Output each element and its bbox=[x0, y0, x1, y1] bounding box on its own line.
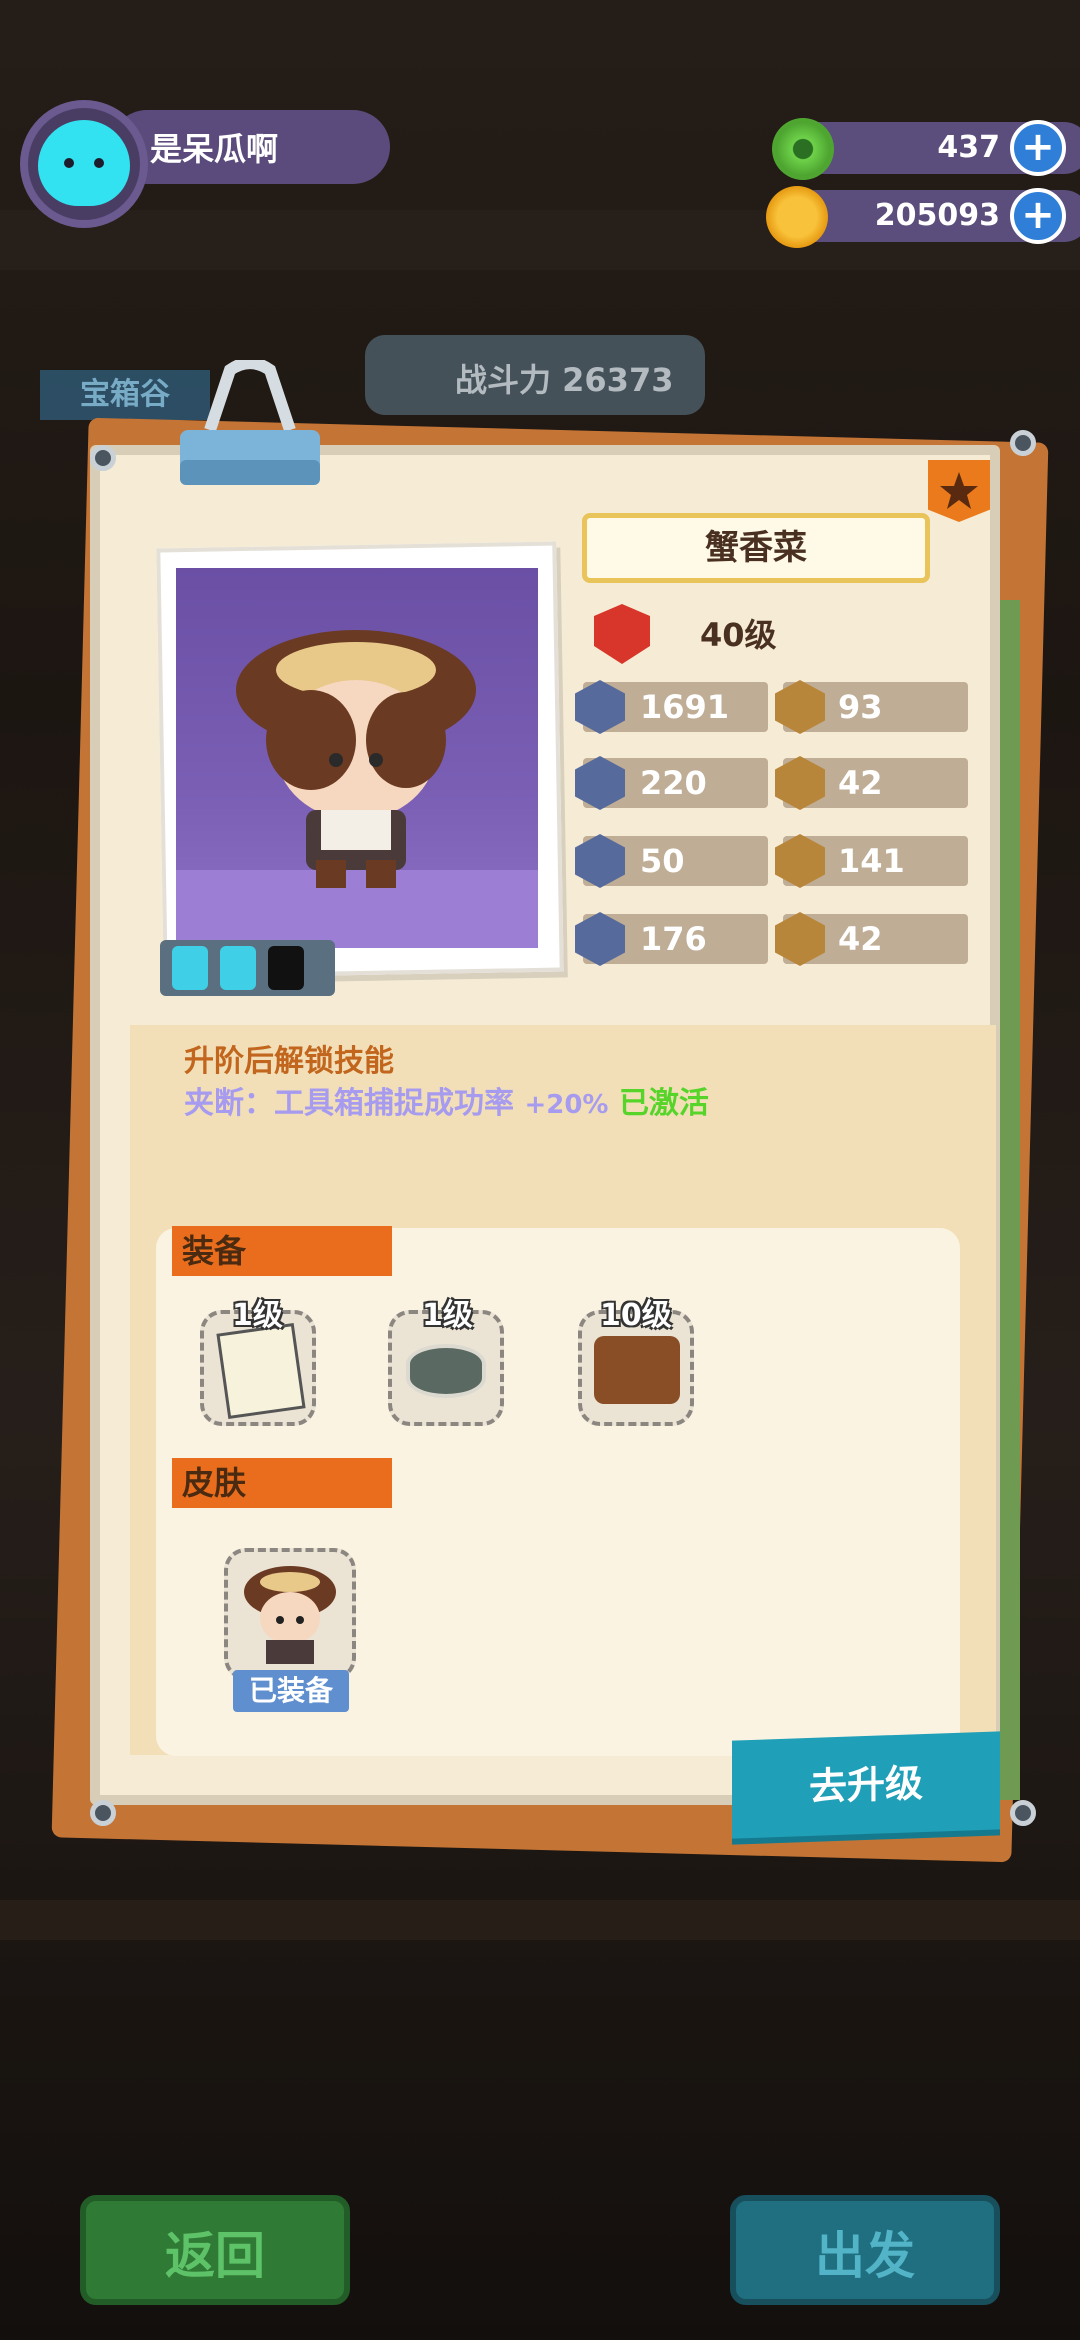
equip-level: 1级 bbox=[232, 1298, 283, 1333]
lightning-icon bbox=[172, 946, 208, 990]
stat-value: 93 bbox=[838, 688, 883, 726]
character-name: 蟹香菜 bbox=[582, 513, 930, 583]
upgrade-button[interactable]: 去升级 bbox=[732, 1731, 1000, 1839]
bolt-icon bbox=[90, 1800, 116, 1826]
skill-description: 夹断：工具箱捕捉成功率 +20% 已激活 bbox=[184, 1078, 709, 1122]
back-button[interactable]: 返回 bbox=[80, 2195, 350, 2305]
add-gem-button[interactable]: + bbox=[1010, 120, 1066, 176]
lightning-icon bbox=[220, 946, 256, 990]
skill-status: 已激活 bbox=[618, 1086, 709, 1121]
bolt-icon bbox=[1010, 1800, 1036, 1826]
cat-face-icon bbox=[38, 120, 130, 206]
skill-desc-text: 夹断：工具箱捕捉成功率 bbox=[184, 1086, 514, 1121]
username: 是呆瓜啊 bbox=[150, 130, 279, 168]
skin-label: 皮肤 bbox=[172, 1458, 392, 1508]
skill-title: 升阶后解锁技能 bbox=[184, 1044, 394, 1079]
add-coin-button[interactable]: + bbox=[1010, 188, 1066, 244]
gem-value: 437 bbox=[937, 130, 1000, 165]
skin-equipped-badge: 已装备 bbox=[233, 1670, 349, 1712]
stat-value: 42 bbox=[838, 920, 883, 958]
coin-value: 205093 bbox=[874, 198, 1000, 233]
bolt-icon bbox=[1010, 430, 1036, 456]
equipment-label: 装备 bbox=[172, 1226, 392, 1276]
equip-level: 1级 bbox=[422, 1298, 473, 1333]
empty-energy-slot bbox=[268, 946, 304, 990]
stat-value: 220 bbox=[640, 764, 707, 802]
eye-right bbox=[94, 158, 104, 168]
character-skin-icon bbox=[242, 1562, 338, 1668]
stat-value: 141 bbox=[838, 842, 905, 880]
character-portrait bbox=[226, 620, 486, 900]
wallet-icon bbox=[594, 1336, 680, 1404]
binder-clip-icon bbox=[170, 357, 330, 490]
depart-button[interactable]: 出发 bbox=[730, 2195, 1000, 2305]
drum-icon bbox=[406, 1344, 486, 1398]
skill-desc-pct: +20% bbox=[524, 1090, 609, 1120]
favorite-star-icon[interactable] bbox=[928, 460, 990, 522]
stat-value: 50 bbox=[640, 842, 685, 880]
bolt-icon bbox=[90, 445, 116, 471]
power-label: 战斗力 26373 bbox=[455, 361, 674, 399]
seed-packet-icon bbox=[216, 1322, 306, 1420]
skin-slot[interactable] bbox=[224, 1548, 356, 1680]
eye-left bbox=[64, 158, 74, 168]
stat-value: 42 bbox=[838, 764, 883, 802]
character-level: 40级 bbox=[700, 616, 777, 654]
equip-level: 10级 bbox=[600, 1298, 672, 1333]
stat-value: 176 bbox=[640, 920, 707, 958]
stat-value: 1691 bbox=[640, 688, 730, 726]
